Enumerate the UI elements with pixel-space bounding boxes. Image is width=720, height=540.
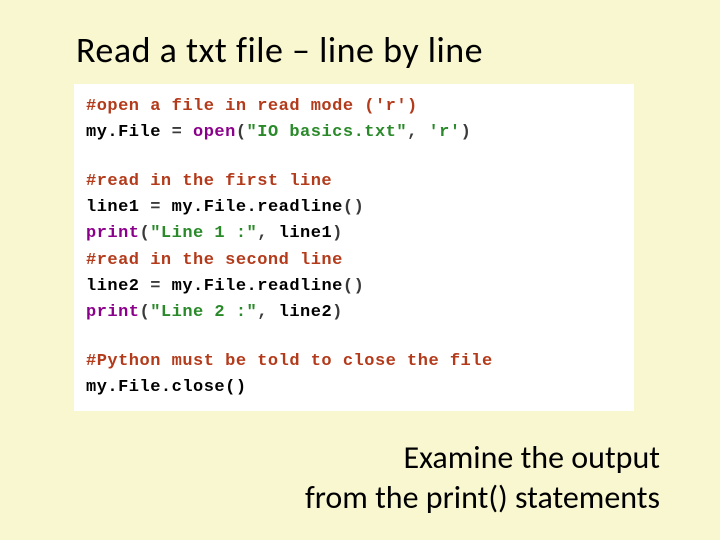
code-comment-close: #Python must be told to close the file: [86, 349, 622, 375]
string-literal: "Line 2 :": [150, 303, 257, 322]
method-call: my.File.close(): [86, 378, 247, 397]
paren: ): [332, 224, 343, 243]
slide-heading: Read a txt file – line by line: [0, 0, 720, 72]
code-line-print2: print("Line 2 :", line2): [86, 300, 622, 326]
paren: (: [140, 224, 151, 243]
operator: =: [140, 198, 172, 217]
paren: ): [461, 123, 472, 142]
identifier: line2: [279, 303, 333, 322]
code-block: #open a file in read mode ('r') my.File …: [74, 84, 634, 411]
comment-text: #Python must be told to close the file: [86, 352, 493, 371]
code-line-open: my.File = open("IO basics.txt", 'r'): [86, 120, 622, 146]
paren: ): [354, 277, 365, 296]
code-comment-open: #open a file in read mode ('r'): [86, 94, 622, 120]
code-line-read1: line1 = my.File.readline(): [86, 195, 622, 221]
method-call: my.File.readline: [172, 277, 343, 296]
comment-text: #open a file in read mode ('r'): [86, 97, 418, 116]
paren: (: [343, 198, 354, 217]
comment-text: #read in the second line: [86, 251, 343, 270]
blank-line: [86, 147, 622, 169]
code-line-close: my.File.close(): [86, 375, 622, 401]
operator: =: [161, 123, 193, 142]
paren: ): [354, 198, 365, 217]
blank-line: [86, 327, 622, 349]
comma: ,: [407, 123, 428, 142]
string-literal: "IO basics.txt": [247, 123, 408, 142]
builtin-func: print: [86, 303, 140, 322]
string-literal: "Line 1 :": [150, 224, 257, 243]
comment-text: #read in the first line: [86, 172, 332, 191]
comma: ,: [257, 224, 278, 243]
code-comment-read2: #read in the second line: [86, 248, 622, 274]
caption-line1: Examine the output: [403, 438, 660, 477]
operator: =: [140, 277, 172, 296]
paren: (: [236, 123, 247, 142]
code-comment-read1: #read in the first line: [86, 169, 622, 195]
code-line-read2: line2 = my.File.readline(): [86, 274, 622, 300]
slide-caption: Examine the output from the print() stat…: [305, 438, 660, 518]
identifier: line1: [279, 224, 333, 243]
paren: ): [332, 303, 343, 322]
identifier: line2: [86, 277, 140, 296]
paren: (: [343, 277, 354, 296]
builtin-func: print: [86, 224, 140, 243]
comma: ,: [257, 303, 278, 322]
builtin-func: open: [193, 123, 236, 142]
code-line-print1: print("Line 1 :", line1): [86, 221, 622, 247]
method-call: my.File.readline: [172, 198, 343, 217]
paren: (: [140, 303, 151, 322]
caption-line2: from the print() statements: [305, 478, 660, 518]
identifier: my.File: [86, 123, 161, 142]
identifier: line1: [86, 198, 140, 217]
string-literal: 'r': [428, 123, 460, 142]
